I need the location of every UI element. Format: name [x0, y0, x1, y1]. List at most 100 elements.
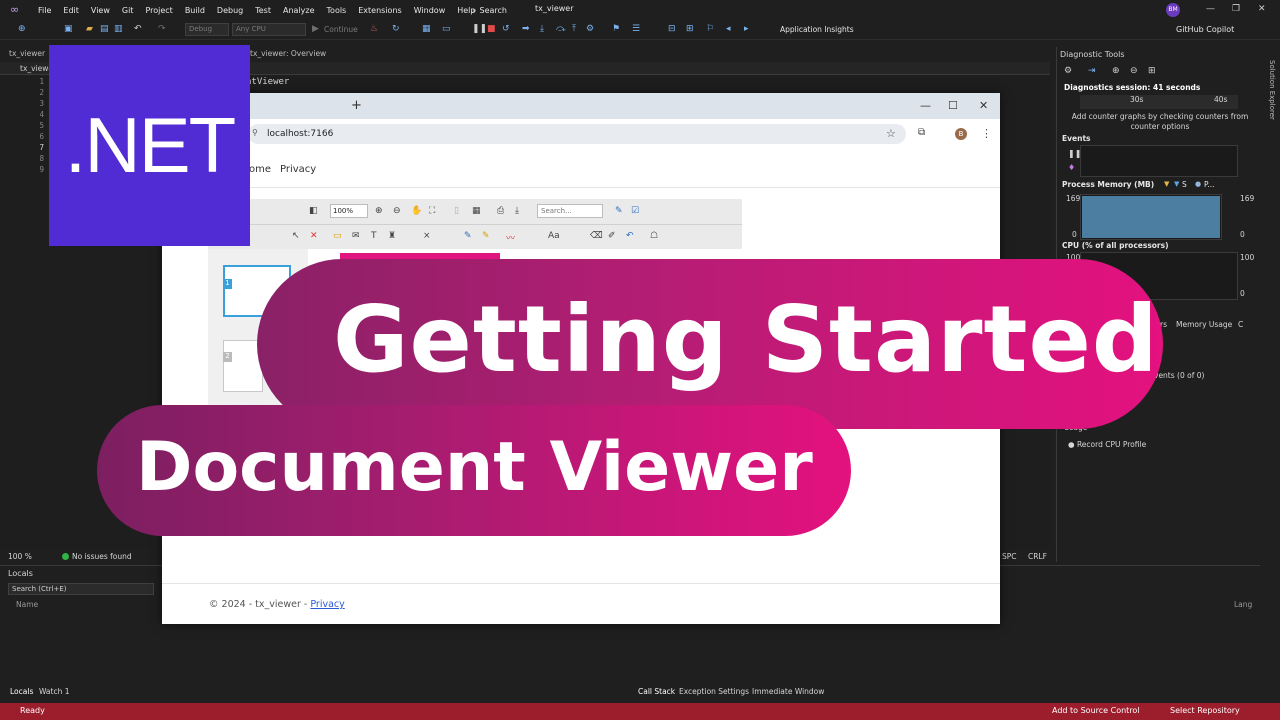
minimize-icon[interactable]: — [1206, 4, 1215, 14]
config-dropdown[interactable]: Debug [185, 23, 229, 36]
bookmark-star-icon[interactable]: ☆ [886, 127, 896, 140]
menu-view[interactable]: View [91, 6, 110, 15]
save-all-icon[interactable]: ▥ [114, 24, 123, 34]
save-icon[interactable]: ▤ [100, 24, 109, 34]
events-section[interactable]: Events [1062, 134, 1091, 143]
restart-icon[interactable]: ↺ [502, 24, 510, 34]
menu-test[interactable]: Test [255, 6, 271, 15]
fit-page-icon[interactable]: ⛶ [429, 206, 435, 216]
reset-zoom-icon[interactable]: ⊞ [1148, 66, 1156, 76]
zoom-in-icon[interactable]: ⊕ [1112, 66, 1120, 76]
text-tool-icon[interactable]: T [371, 231, 377, 241]
pause-icon[interactable]: ❚❚ [472, 24, 487, 34]
shape-icon[interactable]: ⨯ [423, 231, 431, 241]
continue-button[interactable]: Continue [324, 25, 358, 34]
threads-icon[interactable]: ⚑ [612, 24, 620, 34]
platform-dropdown[interactable]: Any CPU [232, 23, 306, 36]
delete-icon[interactable]: ✕ [310, 231, 318, 241]
name-column-header[interactable]: Name [16, 600, 38, 609]
hot-reload-icon[interactable]: ♨ [370, 24, 378, 34]
sticky-note-icon[interactable]: ▭ [333, 231, 342, 241]
stamp-icon[interactable]: ♜ [388, 231, 396, 241]
menu-git[interactable]: Git [122, 6, 134, 15]
download-icon[interactable]: ⤓ [515, 206, 519, 216]
menu-analyze[interactable]: Analyze [283, 6, 315, 15]
extensions-icon[interactable]: ⧉ [918, 127, 925, 138]
locals-search-input[interactable]: Search (Ctrl+E) [8, 583, 154, 595]
thumbnail-grid-icon[interactable]: ▦ [472, 206, 481, 216]
line-style-icon[interactable]: 〰 [506, 231, 515, 244]
issues-indicator[interactable]: No issues found [62, 552, 132, 561]
open-folder-icon[interactable]: ▰ [86, 24, 93, 34]
hex-icon[interactable]: ⚙ [586, 24, 594, 34]
github-copilot-button[interactable]: GitHub Copilot [1176, 25, 1234, 34]
new-item-icon[interactable]: ▣ [64, 24, 73, 34]
prev-bookmark-icon[interactable]: ◂ [726, 24, 731, 34]
screen-icon[interactable]: ▭ [442, 24, 451, 34]
menu-window[interactable]: Window [414, 6, 446, 15]
undo-icon[interactable]: ↶ [134, 24, 142, 34]
comment-icon[interactable]: ✉ [352, 231, 360, 241]
single-page-icon[interactable]: ▯ [454, 206, 459, 216]
bookmark-icon[interactable]: ⚐ [706, 24, 714, 34]
settings-gear-icon[interactable]: ⚙ [1064, 66, 1072, 76]
nav-privacy-link[interactable]: Privacy [280, 164, 316, 175]
undo-icon[interactable]: ↶ [626, 231, 634, 241]
stack-frame-icon[interactable]: ☰ [632, 24, 640, 34]
select-cursor-icon[interactable]: ↖ [292, 231, 300, 241]
select-tools-icon[interactable]: ⇥ [1088, 66, 1096, 76]
redo-icon[interactable]: ↷ [158, 24, 166, 34]
select-repository-button[interactable]: Select Repository [1170, 706, 1240, 715]
menu-tools[interactable]: Tools [327, 6, 347, 15]
play-icon[interactable]: ▶ [312, 24, 319, 34]
comment-icon[interactable]: ⊟ [668, 24, 676, 34]
tab-exception-settings[interactable]: Exception Settings [679, 687, 749, 696]
tab-locals[interactable]: Locals [10, 687, 33, 696]
menu-project[interactable]: Project [145, 6, 172, 15]
tab-overview[interactable]: tx_viewer: Overview [250, 49, 326, 58]
viewer-search-input[interactable]: Search... [537, 204, 603, 218]
highlighter-icon[interactable]: ✎ [482, 231, 490, 241]
zoom-out-icon[interactable]: ⊖ [393, 206, 401, 216]
tab-cpu-fragment[interactable]: C [1238, 320, 1243, 329]
visual-studio-logo-icon[interactable]: ∞ [10, 4, 24, 16]
application-insights-button[interactable]: Application Insights [780, 25, 854, 34]
cpu-section[interactable]: CPU (% of all processors) [1062, 241, 1169, 250]
add-to-source-control-button[interactable]: Add to Source Control [1052, 706, 1140, 715]
toggle-sidebar-icon[interactable]: ◧ [309, 206, 318, 216]
record-cpu-profile-button[interactable]: ● Record CPU Profile [1068, 440, 1146, 449]
next-bookmark-icon[interactable]: ▸ [744, 24, 749, 34]
browser-maximize-icon[interactable]: ☐ [948, 99, 958, 112]
close-icon[interactable]: ✕ [1258, 4, 1266, 14]
tab-call-stack[interactable]: Call Stack [638, 687, 675, 696]
browser-profile-avatar[interactable]: B [955, 128, 967, 140]
nav-back-icon[interactable]: ⊕ [18, 24, 26, 34]
comments-panel-icon[interactable]: ☖ [650, 231, 658, 241]
stop-icon[interactable]: ■ [487, 24, 496, 34]
tab-memory-usage[interactable]: Memory Usage [1176, 320, 1232, 329]
nav-home-link[interactable]: ome [249, 164, 271, 175]
editor-zoom[interactable]: 100 % [8, 552, 32, 561]
tab-tx-viewer[interactable]: tx_viewer [9, 49, 45, 58]
menu-file[interactable]: File [38, 6, 51, 15]
menu-edit[interactable]: Edit [63, 6, 79, 15]
step-into-icon[interactable]: ⤓ [540, 24, 544, 34]
eraser-icon[interactable]: ⌫ [590, 231, 603, 241]
annotate-icon[interactable]: ✎ [615, 206, 623, 216]
browser-link-icon[interactable]: ▦ [422, 24, 431, 34]
vs-search[interactable]: ⌕ Search [472, 4, 520, 17]
print-icon[interactable]: ⎙ [497, 206, 504, 216]
url-text[interactable]: localhost:7166 [267, 129, 333, 139]
edit-icon[interactable]: ✐ [608, 231, 616, 241]
viewer-zoom-select[interactable]: 100% [330, 204, 368, 218]
whitespace-indicator[interactable]: SPC [1002, 552, 1017, 561]
browser-menu-icon[interactable]: ⋮ [981, 127, 992, 140]
lang-column-header[interactable]: Lang [1234, 600, 1252, 609]
step-out-icon[interactable]: ⤒ [572, 24, 576, 34]
code-line[interactable]: ntViewer [246, 77, 289, 87]
zoom-out-icon[interactable]: ⊖ [1130, 66, 1138, 76]
site-info-icon[interactable]: ⚲ [252, 128, 258, 137]
solution-explorer-tab[interactable]: Solution Explorer [1266, 60, 1276, 120]
menu-extensions[interactable]: Extensions [358, 6, 401, 15]
tab-watch-1[interactable]: Watch 1 [39, 687, 70, 696]
